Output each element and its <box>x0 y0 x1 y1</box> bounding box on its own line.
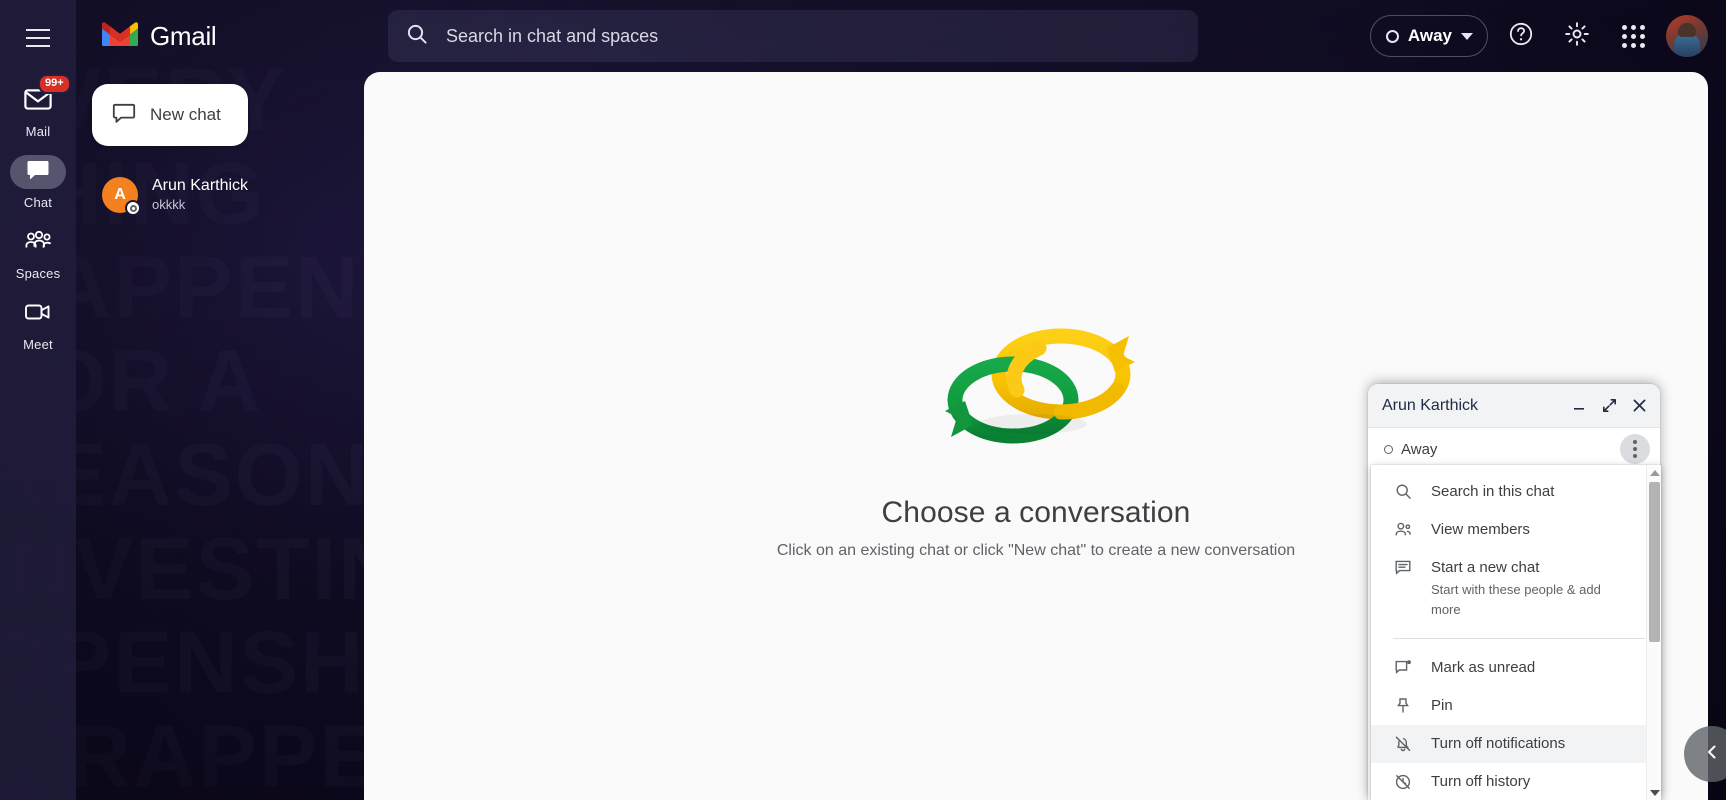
menu-item-label: Search in this chat <box>1431 481 1554 503</box>
help-circle-icon <box>1508 21 1534 52</box>
rail-pill-mail: 99+ <box>10 74 71 118</box>
left-rail: 99+ Mail Chat Spaces Meet <box>0 0 76 800</box>
mark-unread-icon <box>1393 657 1413 676</box>
apps-grid-icon <box>1621 24 1645 48</box>
conversation-avatar-wrap: A <box>102 177 141 216</box>
scrollbar-thumb[interactable] <box>1649 482 1660 642</box>
away-circle-icon <box>1384 444 1393 454</box>
top-bar: Gmail Search in chat and spaces Away <box>76 0 1726 72</box>
help-button[interactable] <box>1498 13 1544 59</box>
chat-bubble-icon <box>26 159 50 186</box>
menu-item-search-in-this-chat[interactable]: Search in this chat <box>1371 473 1661 511</box>
menu-item-turn-off-history[interactable]: Turn off history <box>1371 763 1661 800</box>
search-icon <box>1393 481 1413 500</box>
video-camera-icon <box>24 302 52 327</box>
rail-label-chat: Chat <box>23 195 53 210</box>
rail-item-meet[interactable]: Meet <box>0 297 76 352</box>
triangle-down-icon[interactable] <box>1647 785 1661 800</box>
search-input[interactable]: Search in chat and spaces <box>388 10 1198 62</box>
chat-list-panel: New chat A Arun Karthick okkkk <box>76 72 364 800</box>
gmail-logo-icon <box>100 19 140 54</box>
chat-window-title: Arun Karthick <box>1382 396 1479 414</box>
menu-item-label: Turn off notifications <box>1431 733 1565 755</box>
bell-off-icon <box>1393 733 1413 753</box>
chat-bubble-outline-icon <box>112 102 136 129</box>
rail-label-spaces: Spaces <box>15 266 61 281</box>
chat-window-status: Away <box>1401 440 1438 458</box>
people-group-icon <box>23 230 53 257</box>
rail-item-spaces[interactable]: Spaces <box>0 226 76 281</box>
rail-label-meet: Meet <box>23 337 53 352</box>
new-chat-label: New chat <box>150 105 221 124</box>
google-apps-button[interactable] <box>1610 13 1656 59</box>
menu-label-text: Pin <box>1431 697 1453 714</box>
menu-item-sublabel: Start with these people & add more <box>1431 582 1601 617</box>
menu-item-pin[interactable]: Pin <box>1371 687 1661 725</box>
menu-item-label: View members <box>1431 519 1530 541</box>
menu-item-label: Mark as unread <box>1431 657 1535 679</box>
menu-label-text: View members <box>1431 521 1530 538</box>
menu-scrollbar[interactable] <box>1646 465 1661 800</box>
rail-pill-spaces <box>10 226 66 260</box>
brand-text: Gmail <box>150 20 217 51</box>
chat-window-header: Arun Karthick <box>1368 384 1660 428</box>
two-interlocking-speech-bubble-rings-icon <box>921 312 1151 462</box>
menu-item-label: Turn off history <box>1431 771 1530 793</box>
menu-item-turn-off-notifications[interactable]: Turn off notifications <box>1371 725 1661 763</box>
conversation-snippet: okkkk <box>152 197 186 212</box>
context-menu-items: Search in this chat View members Start a… <box>1371 465 1661 800</box>
gmail-brand[interactable]: Gmail <box>76 19 366 54</box>
search-placeholder: Search in chat and spaces <box>446 25 659 46</box>
gmail-chat-app: EVERYTHINGHAPPENSFOR AREASONINVESTINGOPE… <box>0 0 1726 800</box>
people-icon <box>1393 519 1413 538</box>
menu-item-view-members[interactable]: View members <box>1371 511 1661 549</box>
triangle-up-icon[interactable] <box>1647 465 1661 480</box>
menu-label-text: Turn off history <box>1431 773 1531 790</box>
rail-pill-chat <box>10 155 66 189</box>
settings-button[interactable] <box>1554 13 1600 59</box>
close-icon[interactable] <box>1626 393 1652 419</box>
minimize-icon[interactable] <box>1566 393 1592 419</box>
menu-label-text: Search in this chat <box>1431 483 1555 500</box>
chevron-left-icon <box>1703 743 1721 766</box>
pin-icon <box>1393 695 1413 714</box>
menu-item-label: Start a new chat Start with these people… <box>1431 557 1629 620</box>
avatar[interactable] <box>1666 15 1708 57</box>
expand-diagonal-icon[interactable] <box>1596 393 1622 419</box>
conversation-name: Arun Karthick <box>152 177 249 194</box>
list-item[interactable]: A Arun Karthick okkkk <box>76 168 364 222</box>
status-selector[interactable]: Away <box>1369 15 1488 57</box>
rail-pill-meet <box>10 297 66 331</box>
menu-label-text: Turn off notifications <box>1431 735 1566 752</box>
menu-label-text: Mark as unread <box>1431 659 1536 676</box>
top-right-controls: Away <box>1369 13 1726 59</box>
history-off-icon <box>1393 771 1413 791</box>
new-chat-button[interactable]: New chat <box>92 84 248 146</box>
presence-away-icon <box>125 200 141 216</box>
page-title: Choose a conversation <box>881 496 1191 529</box>
hamburger-icon[interactable] <box>14 14 62 62</box>
chevron-down-icon <box>1461 32 1473 40</box>
chat-context-menu: Search in this chat View members Start a… <box>1371 465 1661 800</box>
menu-divider <box>1393 638 1645 639</box>
rail-label-mail: Mail <box>25 124 51 139</box>
status-label: Away <box>1407 26 1452 45</box>
menu-item-label: Pin <box>1431 695 1453 717</box>
menu-label-text: Start a new chat <box>1431 559 1540 576</box>
menu-item-mark-as-unread[interactable]: Mark as unread <box>1371 649 1661 687</box>
mail-unread-badge: 99+ <box>38 74 71 94</box>
conversation-text: Arun Karthick okkkk <box>152 176 248 214</box>
rail-item-chat[interactable]: Chat <box>0 155 76 210</box>
away-circle-icon <box>1385 29 1399 43</box>
gear-icon <box>1564 21 1590 52</box>
more-vertical-icon[interactable] <box>1620 434 1650 464</box>
page-subtitle: Click on an existing chat or click "New … <box>776 542 1296 559</box>
chat-window-status-row: Away <box>1368 428 1660 470</box>
search-icon <box>406 23 428 50</box>
rail-item-mail[interactable]: 99+ Mail <box>0 74 76 139</box>
menu-item-start-a-new-chat[interactable]: Start a new chat Start with these people… <box>1371 549 1661 628</box>
new-chat-icon <box>1393 557 1413 576</box>
